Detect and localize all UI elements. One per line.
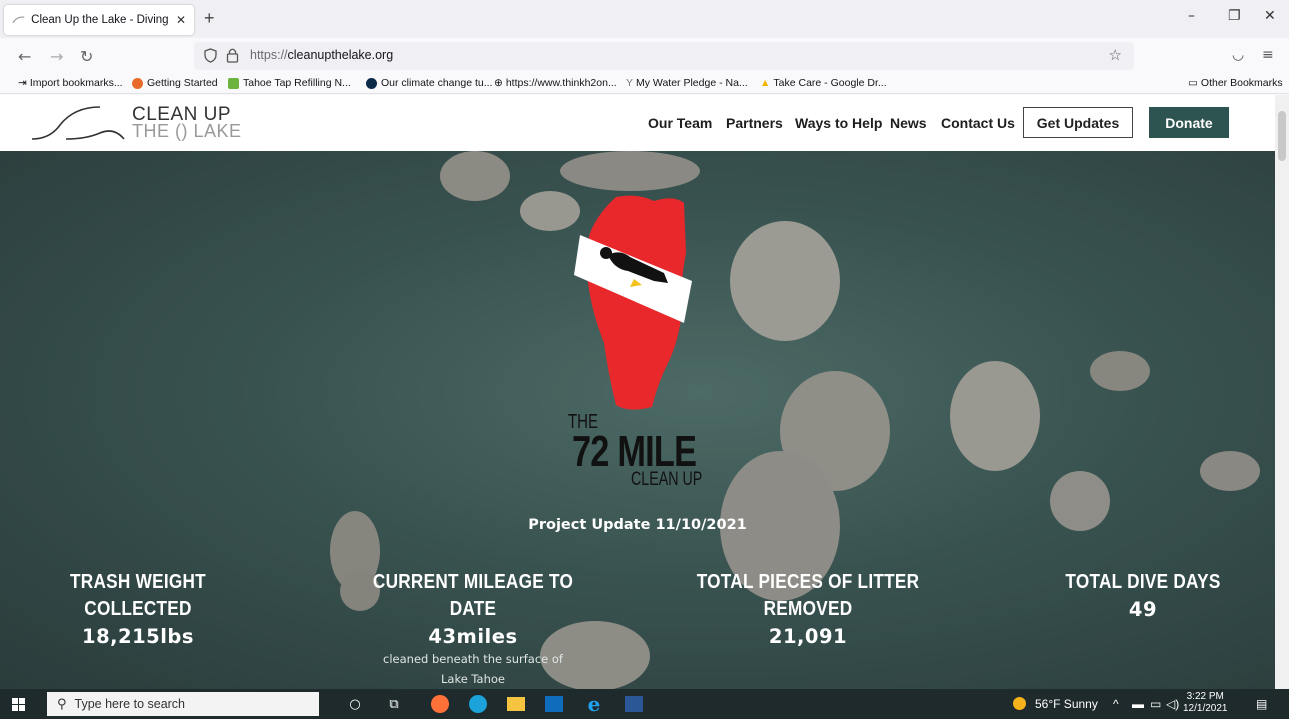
outlook-icon[interactable] <box>544 694 564 714</box>
file-explorer-icon[interactable] <box>506 694 526 714</box>
project-update-heading: Project Update 11/10/2021 <box>528 517 747 533</box>
stat-value: 18,215lbs <box>82 625 194 648</box>
weather-text[interactable]: 56°F Sunny <box>1035 697 1098 711</box>
new-tab-button[interactable]: + <box>204 8 215 29</box>
bookmarks-bar: ⇥ Import bookmarks... Getting Started Tah… <box>0 74 1289 94</box>
bookmark-thinkh2o[interactable]: ⊕ https://www.thinkh2on... <box>494 77 617 89</box>
window-close-icon[interactable]: ✕ <box>1264 8 1276 24</box>
bookmark-other[interactable]: ▭ Other Bookmarks <box>1188 77 1283 89</box>
shield-icon[interactable] <box>204 48 217 63</box>
logo-line-2: THE () LAKE <box>132 121 242 141</box>
firefox-taskbar-icon[interactable] <box>430 694 450 714</box>
browser-tab-active[interactable]: Clean Up the Lake - Diving to C ✕ <box>4 5 194 35</box>
bookmark-google-drive[interactable]: ▲ Take Care - Google Dr... <box>760 77 887 89</box>
lake-tahoe-dive-flag-icon <box>574 195 692 410</box>
forward-icon[interactable]: → <box>50 47 63 66</box>
bookmark-water-pledge[interactable]: Y My Water Pledge - Na... <box>626 77 748 89</box>
firefox-icon <box>132 77 143 89</box>
tab-bar: Clean Up the Lake - Diving to C ✕ + – ❐ … <box>0 0 1289 38</box>
cortana-icon[interactable]: ○ <box>345 694 365 714</box>
back-icon[interactable]: ← <box>18 47 31 66</box>
system-clock[interactable]: 3:22 PM 12/1/2021 <box>1183 691 1228 715</box>
battery-icon[interactable]: ▬ <box>1132 697 1144 711</box>
nav-ways-to-help[interactable]: Ways to Help <box>795 115 882 131</box>
site-favicon-icon <box>12 16 25 24</box>
tahoe-tap-icon <box>228 77 239 89</box>
address-bar[interactable]: https://cleanupthelake.org ☆ <box>194 42 1134 70</box>
donate-button[interactable]: Donate <box>1149 107 1229 138</box>
bookmark-tahoe-tap[interactable]: Tahoe Tap Refilling N... <box>228 77 351 89</box>
stat-dive-days: TOTAL DIVE DAYS 49 <box>1043 569 1243 621</box>
folder-icon: ▭ <box>1188 77 1198 89</box>
word-icon[interactable] <box>624 694 644 714</box>
reload-icon[interactable]: ↻ <box>80 47 93 66</box>
edge-icon[interactable] <box>468 694 488 714</box>
stat-trash-weight: TRASH WEIGHT COLLECTED 18,215lbs <box>38 569 238 648</box>
google-drive-icon: ▲ <box>760 77 771 89</box>
nav-news[interactable]: News <box>890 115 927 131</box>
bookmark-getting-started[interactable]: Getting Started <box>132 77 218 89</box>
minimize-icon[interactable]: – <box>1188 8 1195 24</box>
import-icon: ⇥ <box>18 77 27 89</box>
weather-icon[interactable] <box>1013 697 1026 711</box>
get-updates-button[interactable]: Get Updates <box>1023 107 1133 138</box>
hero-section: THE 72 MILE CLEAN UP Project Update 11/1… <box>0 151 1275 689</box>
navigation-bar: ← → ↻ https://cleanupthelake.org ☆ ◡ ≡ <box>0 38 1289 74</box>
site-header: CLEAN UP THE () LAKE Our Team Partners W… <box>0 95 1275 151</box>
tab-title: Clean Up the Lake - Diving to C <box>31 14 172 26</box>
tray-overflow-icon[interactable]: ^ <box>1113 697 1119 711</box>
taskbar-search-input[interactable]: ⚲ Type here to search <box>47 692 319 716</box>
lock-icon[interactable] <box>226 47 239 63</box>
notifications-icon[interactable]: ▤ <box>1256 697 1267 711</box>
logo-wave-icon <box>31 106 125 140</box>
menu-icon[interactable]: ≡ <box>1262 47 1274 63</box>
nav-contact-us[interactable]: Contact Us <box>941 115 1015 131</box>
url-text[interactable]: https://cleanupthelake.org <box>250 48 393 62</box>
restore-icon[interactable]: ❐ <box>1228 8 1241 24</box>
bookmark-climate[interactable]: Our climate change tu... <box>366 77 492 89</box>
site-logo[interactable]: CLEAN UP THE () LAKE <box>28 103 242 143</box>
emblem-clean-up: CLEAN UP <box>631 469 703 490</box>
search-icon: ⚲ <box>57 696 67 712</box>
stat-total-litter: TOTAL PIECES OF LITTER REMOVED 21,091 <box>678 569 938 648</box>
windows-taskbar: ⚲ Type here to search ○ ⧉ e 56°F Sunny ^… <box>0 689 1289 719</box>
nav-partners[interactable]: Partners <box>726 115 783 131</box>
page-scrollbar[interactable] <box>1275 95 1289 689</box>
stat-current-mileage: CURRENT MILEAGE TO DATE 43miles cleaned … <box>343 569 603 688</box>
stat-value: 43miles <box>428 625 518 648</box>
web-page: CLEAN UP THE () LAKE Our Team Partners W… <box>0 95 1275 689</box>
nav-our-team[interactable]: Our Team <box>648 115 712 131</box>
stat-value: 49 <box>1128 598 1158 621</box>
task-view-icon[interactable]: ⧉ <box>384 694 404 714</box>
globe-icon: ⊕ <box>494 77 503 89</box>
water-pledge-icon: Y <box>626 77 634 89</box>
bookmark-star-icon[interactable]: ☆ <box>1109 46 1122 64</box>
internet-explorer-icon[interactable]: e <box>584 692 604 716</box>
stat-value: 21,091 <box>768 625 848 648</box>
scrollbar-thumb[interactable] <box>1278 111 1286 161</box>
tab-close-icon[interactable]: ✕ <box>176 13 186 27</box>
windows-start-icon[interactable] <box>12 698 25 711</box>
bookmark-import[interactable]: ⇥ Import bookmarks... <box>18 77 123 89</box>
network-icon[interactable]: ▭ <box>1150 697 1161 711</box>
climate-icon <box>366 77 377 89</box>
pocket-icon[interactable]: ◡ <box>1232 47 1244 63</box>
volume-icon[interactable]: ◁) <box>1166 697 1179 711</box>
